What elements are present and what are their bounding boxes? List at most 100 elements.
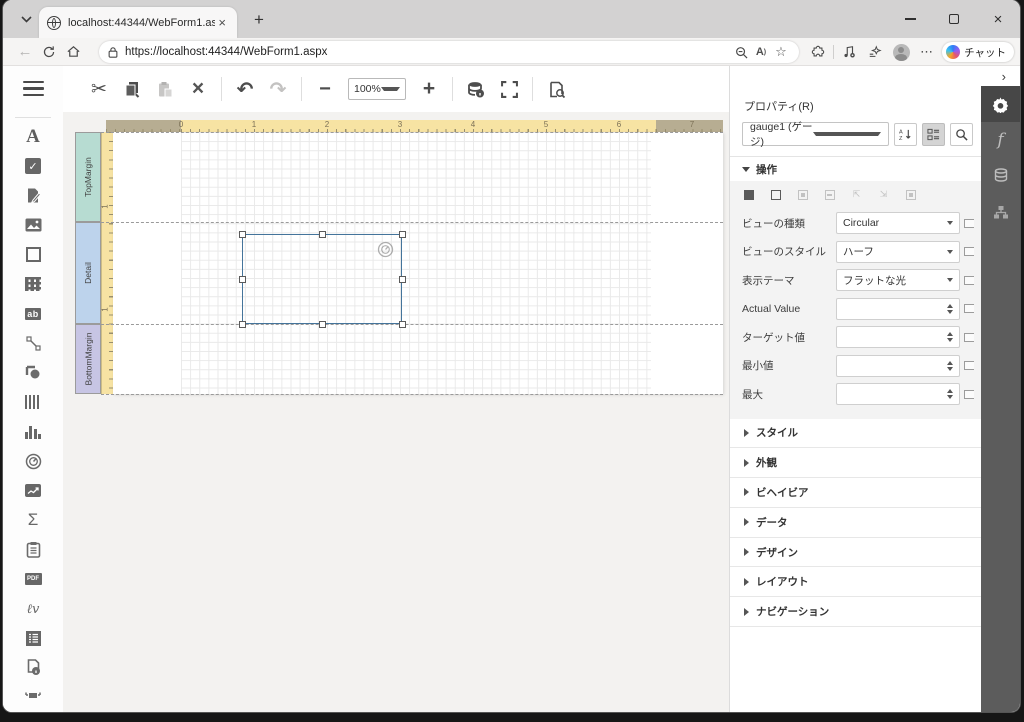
property-binding-icon[interactable] — [964, 390, 974, 399]
resize-handle-se[interactable] — [399, 321, 406, 328]
resize-handle-w[interactable] — [239, 276, 246, 283]
property-binding-icon[interactable] — [964, 247, 974, 256]
property-binding-icon[interactable] — [964, 361, 974, 370]
tool-rectangle[interactable] — [16, 240, 50, 270]
categorized-view-button[interactable] — [922, 123, 945, 146]
top-margin-boundary[interactable] — [101, 222, 723, 223]
spinner-arrows[interactable] — [947, 361, 953, 371]
bottom-margin-boundary[interactable] — [101, 394, 723, 395]
zoom-level-select[interactable]: 100% — [348, 78, 406, 100]
data-tab[interactable] — [981, 158, 1020, 194]
actual-value-input[interactable] — [836, 298, 960, 320]
resize-handle-e[interactable] — [399, 276, 406, 283]
selected-gauge-control[interactable] — [242, 234, 402, 324]
copilot-button[interactable]: チャット — [942, 42, 1014, 62]
fullscreen-button[interactable] — [499, 79, 519, 99]
cut-button[interactable]: ✂ — [89, 79, 109, 99]
browser-tab[interactable]: localhost:44344/WebForm1.aspx × — [39, 7, 237, 38]
tool-gauge[interactable] — [16, 447, 50, 477]
object-selector[interactable]: gauge1 (ゲージ) — [742, 122, 889, 146]
property-binding-icon[interactable] — [964, 333, 974, 342]
property-binding-icon[interactable] — [964, 219, 974, 228]
new-tab-button[interactable]: + — [247, 10, 271, 30]
band-detail[interactable]: Detail — [75, 222, 101, 324]
tool-text[interactable]: A — [16, 122, 50, 152]
report-explorer-tab[interactable] — [981, 194, 1020, 230]
detail-boundary[interactable] — [101, 324, 723, 325]
extensions-button[interactable] — [807, 42, 829, 62]
bring-to-front-button[interactable] — [742, 188, 755, 201]
menu-button[interactable] — [3, 66, 63, 111]
search-properties-button[interactable] — [950, 123, 973, 146]
tool-checkbox[interactable]: ✓ — [16, 152, 50, 182]
tool-pdf[interactable]: PDF — [16, 565, 50, 595]
section-appearance[interactable]: 外観 — [730, 448, 981, 478]
back-button[interactable]: ← — [13, 41, 37, 63]
tool-richtext[interactable] — [16, 181, 50, 211]
tool-line[interactable] — [16, 329, 50, 359]
minimize-button[interactable] — [888, 0, 932, 38]
tool-barcode[interactable] — [16, 388, 50, 418]
url-text[interactable]: https://localhost:44344/WebForm1.aspx — [125, 46, 731, 58]
center-in-section-button[interactable] — [904, 188, 917, 201]
target-value-input[interactable] — [836, 326, 960, 348]
collections-button[interactable] — [864, 42, 886, 62]
paste-button[interactable] — [155, 79, 175, 99]
tool-table-of-contents[interactable] — [16, 624, 50, 654]
tool-input-form[interactable] — [16, 535, 50, 565]
section-design[interactable]: デザイン — [730, 538, 981, 568]
size-to-fit-button[interactable]: ⇱ — [850, 188, 863, 201]
read-aloud-button[interactable]: A) — [751, 43, 771, 61]
section-operations[interactable]: 操作 — [730, 157, 981, 181]
send-to-back-button[interactable] — [769, 188, 782, 201]
expressions-tab[interactable]: f — [981, 122, 1020, 158]
section-navigation[interactable]: ナビゲーション — [730, 597, 981, 627]
tab-close-button[interactable]: × — [215, 15, 229, 30]
tool-table[interactable] — [16, 270, 50, 300]
properties-tab[interactable] — [981, 86, 1020, 122]
resize-handle-ne[interactable] — [399, 231, 406, 238]
section-layout[interactable]: レイアウト — [730, 567, 981, 597]
close-button[interactable]: × — [976, 0, 1020, 38]
zoom-out-button[interactable]: − — [315, 79, 335, 99]
data-sources-button[interactable] — [466, 79, 486, 99]
tool-formula[interactable]: Σ — [16, 506, 50, 536]
maximum-value-input[interactable] — [836, 383, 960, 405]
tab-search-button[interactable] — [13, 9, 39, 29]
band-top-margin[interactable]: TopMargin — [75, 132, 101, 222]
align-left-button[interactable] — [796, 188, 809, 201]
tool-shape[interactable] — [16, 358, 50, 388]
tool-sparkline[interactable] — [16, 476, 50, 506]
copy-button[interactable] — [122, 79, 142, 99]
size-to-grid-button[interactable]: ⇲ — [877, 188, 890, 201]
section-style[interactable]: スタイル — [730, 419, 981, 449]
view-style-select[interactable]: ハーフ — [836, 241, 960, 263]
media-controls-button[interactable] — [838, 42, 860, 62]
settings-more-button[interactable]: ⋯ — [916, 42, 938, 62]
zoom-in-button[interactable]: + — [419, 79, 439, 99]
refresh-button[interactable] — [37, 41, 61, 63]
property-binding-icon[interactable] — [964, 304, 974, 313]
band-bottom-margin[interactable]: BottomMargin — [75, 324, 101, 394]
profile-button[interactable] — [890, 42, 912, 62]
resize-handle-sw[interactable] — [239, 321, 246, 328]
zoom-out-page-button[interactable] — [731, 43, 751, 61]
spinner-arrows[interactable] — [947, 389, 953, 399]
undo-button[interactable]: ↶ — [235, 79, 255, 99]
resize-handle-nw[interactable] — [239, 231, 246, 238]
property-binding-icon[interactable] — [964, 276, 974, 285]
collapse-panel-button[interactable]: › — [1002, 69, 1006, 84]
maximize-button[interactable] — [932, 0, 976, 38]
tool-chart[interactable] — [16, 417, 50, 447]
tool-signature[interactable]: ℓv — [16, 594, 50, 624]
redo-button[interactable]: ↷ — [268, 79, 288, 99]
home-button[interactable] — [61, 41, 85, 63]
minimum-value-input[interactable] — [836, 355, 960, 377]
section-data[interactable]: データ — [730, 508, 981, 538]
section-behavior[interactable]: ビヘイビア — [730, 478, 981, 508]
address-bar[interactable]: https://localhost:44344/WebForm1.aspx A)… — [99, 41, 799, 63]
favorite-star-button[interactable]: ☆ — [771, 43, 791, 61]
tool-formatted-text[interactable]: ab — [16, 299, 50, 329]
tool-more[interactable] — [16, 683, 50, 713]
delete-button[interactable]: × — [188, 79, 208, 99]
